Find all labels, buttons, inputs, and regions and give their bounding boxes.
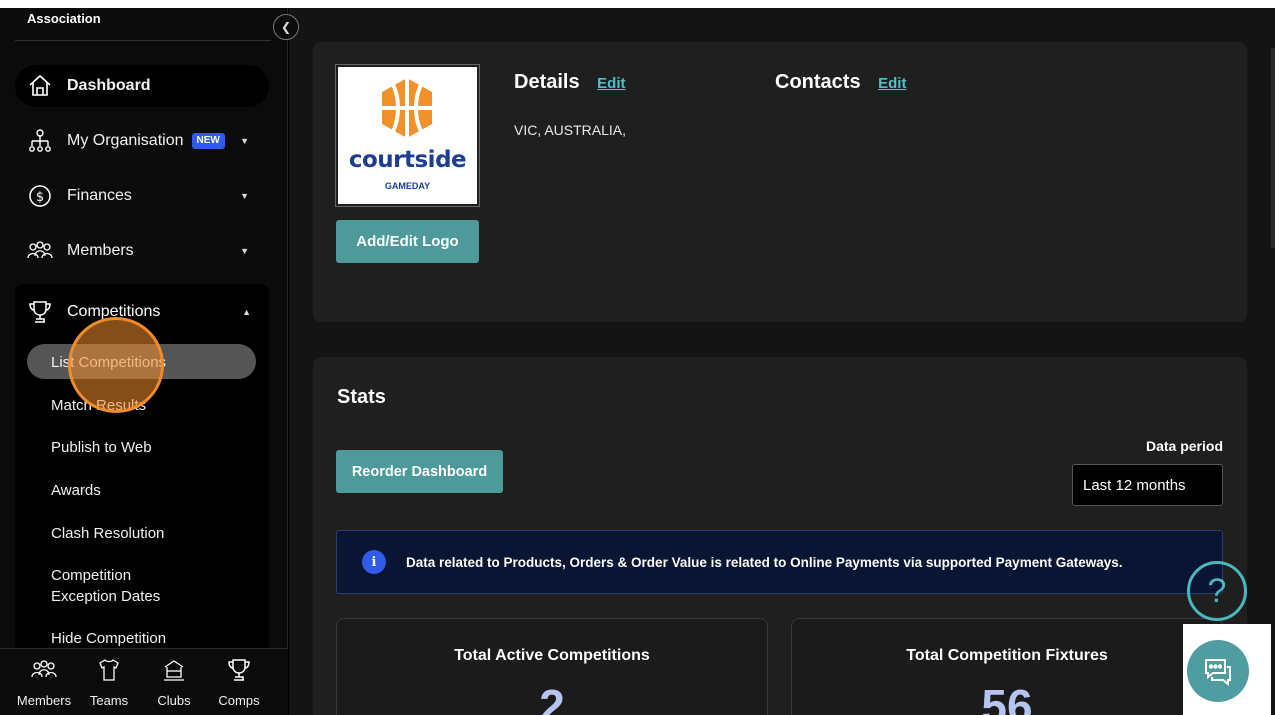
sidebar-subitem-label: Exception Dates — [51, 588, 161, 605]
stat-card-competition-fixtures: Total Competition Fixtures 56 — [791, 618, 1223, 715]
new-badge: NEW — [191, 133, 225, 149]
sidebar-item-competitions[interactable]: Competitions ▲ — [15, 292, 269, 332]
organisation-logo: courtside GAMEDAY — [335, 64, 480, 207]
bottom-nav-label: Members — [16, 693, 72, 708]
dollar-icon: $ — [27, 184, 55, 208]
sidebar-subitem-list-competitions[interactable]: List Competitions — [51, 352, 166, 373]
org-chart-icon — [27, 129, 55, 153]
logo-wordmark: courtside — [348, 147, 467, 173]
divider — [15, 40, 271, 41]
bottom-nav-clubs[interactable]: Clubs — [144, 657, 204, 708]
info-icon: i — [362, 550, 386, 574]
bottom-nav-members[interactable]: Members — [14, 657, 74, 708]
info-text: Data related to Products, Orders & Order… — [406, 554, 1123, 570]
caret-up-icon: ▲ — [242, 307, 251, 317]
organisation-address: VIC, AUSTRALIA, — [514, 122, 627, 138]
edit-contacts-link[interactable]: Edit — [878, 75, 906, 92]
svg-text:$: $ — [36, 190, 44, 205]
contacts-title: Contacts — [775, 71, 861, 93]
sidebar-subitem-awards[interactable]: Awards — [51, 480, 101, 501]
sidebar-item-label: Finances — [67, 187, 132, 204]
sidebar-subitem-hide-competition[interactable]: Hide Competition — [51, 628, 166, 648]
help-button[interactable]: ? — [1187, 561, 1247, 621]
logo-subtext: GAMEDAY — [384, 181, 431, 191]
data-period-label: Data period — [1145, 438, 1223, 454]
sidebar-item-label: Members — [67, 242, 134, 259]
chevron-left-icon: ❮ — [280, 20, 292, 34]
edit-details-link[interactable]: Edit — [597, 75, 625, 92]
stat-value: 56 — [981, 680, 1033, 715]
bottom-nav-label: Teams — [89, 693, 129, 708]
scrollbar[interactable] — [1271, 48, 1275, 248]
reorder-dashboard-button[interactable]: Reorder Dashboard — [336, 450, 503, 493]
bottom-nav-label: Clubs — [157, 693, 191, 708]
sidebar-item-my-organisation[interactable]: My Organisation NEW ▼ — [15, 120, 269, 162]
payments-info-banner: i Data related to Products, Orders & Ord… — [336, 530, 1223, 594]
sidebar-item-finances[interactable]: $ Finances ▼ — [15, 175, 269, 217]
sidebar-subitem-competition-exception-dates[interactable]: Competition Exception Dates — [51, 565, 160, 607]
jersey-icon — [99, 659, 119, 681]
stat-value: 2 — [539, 680, 565, 715]
caret-down-icon: ▼ — [240, 136, 249, 146]
sidebar-item-members[interactable]: Members ▼ — [15, 230, 269, 272]
competitions-panel: Competitions ▲ List Competitions Match R… — [15, 284, 269, 648]
question-mark-icon: ? — [1207, 571, 1227, 610]
clubhouse-icon — [164, 660, 184, 681]
stat-card-active-competitions: Total Active Competitions 2 — [336, 618, 768, 715]
members-icon — [31, 660, 57, 678]
org-name: Association — [27, 11, 101, 26]
caret-down-icon: ▼ — [240, 191, 249, 201]
basketball-logo-icon — [382, 78, 432, 138]
trophy-icon — [228, 659, 250, 681]
bottom-nav-label: Comps — [218, 693, 260, 708]
data-period-select[interactable]: Last 12 months — [1072, 464, 1223, 506]
sidebar-item-label: Competitions — [67, 303, 161, 320]
sidebar-subitem-label: Competition — [51, 567, 132, 584]
bottom-nav-teams[interactable]: Teams — [79, 657, 139, 708]
add-edit-logo-button[interactable]: Add/Edit Logo — [336, 220, 479, 263]
stat-title: Total Active Competitions — [454, 647, 650, 664]
contacts-heading: Contacts Edit — [775, 71, 906, 94]
bottom-nav-comps[interactable]: Comps — [209, 657, 269, 708]
home-icon — [27, 74, 55, 98]
sidebar-item-dashboard[interactable]: Dashboard — [15, 65, 269, 107]
trophy-icon — [27, 300, 55, 324]
stat-title: Total Competition Fixtures — [906, 647, 1108, 664]
bottom-nav: Members Teams Clubs Comps — [0, 648, 288, 715]
sidebar: Association Dashboard My Organisation NE… — [0, 8, 288, 715]
stats-title: Stats — [337, 386, 386, 408]
sidebar-item-label: My Organisation — [67, 132, 184, 149]
details-title: Details — [514, 71, 580, 93]
members-icon — [27, 239, 55, 263]
chat-widget — [1183, 624, 1271, 715]
sidebar-subitem-match-results[interactable]: Match Results — [51, 395, 146, 416]
caret-down-icon: ▼ — [240, 246, 249, 256]
sidebar-subitem-clash-resolution[interactable]: Clash Resolution — [51, 523, 164, 544]
collapse-sidebar-button[interactable]: ❮ — [273, 14, 299, 40]
chat-bubble-icon — [1205, 659, 1231, 687]
sidebar-item-label: Dashboard — [67, 77, 151, 94]
details-heading: Details Edit — [514, 71, 626, 94]
chat-button[interactable] — [1187, 640, 1249, 702]
top-edge — [0, 0, 1275, 8]
sidebar-subitem-publish-to-web[interactable]: Publish to Web — [51, 437, 152, 458]
